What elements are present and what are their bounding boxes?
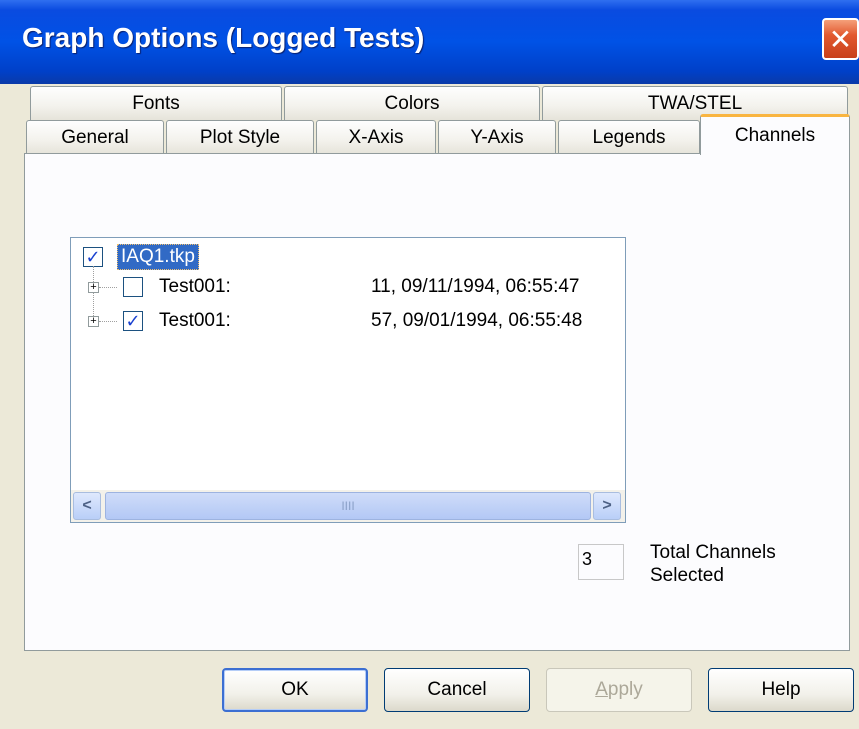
grip-icon: IIII	[341, 499, 355, 513]
tab-y-axis[interactable]: Y-Axis	[438, 120, 556, 154]
apply-button[interactable]: Apply	[546, 668, 692, 712]
tab-label: Y-Axis	[470, 126, 524, 148]
scroll-left-button[interactable]: <	[73, 492, 101, 520]
tree-item-row[interactable]: + ✓ Test001: 57, 09/01/1994, 06:55:48	[71, 306, 627, 336]
title-bar[interactable]: Graph Options (Logged Tests) ✕	[0, 0, 859, 84]
tab-label: TWA/STEL	[647, 92, 743, 114]
expand-plus-icon[interactable]: +	[88, 316, 99, 327]
tab-label: X-Axis	[348, 126, 404, 148]
tree-item-info: 57, 09/01/1994, 06:55:48	[371, 310, 583, 331]
tab-label: Channels	[734, 125, 816, 146]
apply-label-rest: pply	[607, 679, 643, 700]
apply-label: Apply	[595, 679, 643, 701]
apply-mnemonic: A	[595, 679, 608, 700]
tab-channels[interactable]: Channels	[700, 114, 850, 155]
ok-label: OK	[281, 679, 309, 700]
tree-item-row[interactable]: + Test001: 11, 09/11/1994, 06:55:47	[71, 272, 627, 302]
tab-label: General	[61, 126, 129, 148]
scroll-thumb[interactable]: IIII	[105, 492, 591, 520]
horizontal-scrollbar[interactable]: < IIII >	[71, 490, 625, 522]
channel-tree[interactable]: ✓ IAQ1.tkp + Test001: 11, 09/11/1994, 06…	[70, 237, 626, 523]
dialog-window: Graph Options (Logged Tests) ✕ Fonts Col…	[0, 0, 859, 729]
tree-item-name: Test001:	[159, 310, 231, 331]
tab-label: Legends	[592, 126, 666, 148]
tab-fonts[interactable]: Fonts	[30, 86, 282, 120]
tab-label: Colors	[384, 92, 440, 114]
ok-button[interactable]: OK	[222, 668, 368, 712]
window-title: Graph Options (Logged Tests)	[22, 22, 425, 53]
close-icon: ✕	[828, 23, 853, 55]
scroll-right-button[interactable]: >	[593, 492, 621, 520]
total-channels-value: 3	[582, 549, 593, 569]
help-button[interactable]: Help	[708, 668, 854, 712]
tab-legends[interactable]: Legends	[558, 120, 700, 154]
cancel-label: Cancel	[427, 679, 487, 700]
item-checkbox[interactable]: ✓	[123, 311, 143, 331]
tab-plot-style[interactable]: Plot Style	[166, 120, 314, 154]
chevron-right-icon: >	[602, 497, 612, 514]
help-label: Help	[761, 679, 801, 700]
item-checkbox[interactable]	[123, 277, 143, 297]
tree-root-label[interactable]: IAQ1.tkp	[117, 244, 199, 270]
tab-colors[interactable]: Colors	[284, 86, 540, 120]
tree-root-row[interactable]: ✓ IAQ1.tkp	[71, 242, 627, 272]
label-line: Total Channels	[650, 542, 776, 563]
tree-item-name: Test001:	[159, 276, 231, 297]
total-channels-label: Total Channels Selected	[650, 541, 820, 587]
tab-general[interactable]: General	[26, 120, 164, 154]
tab-x-axis[interactable]: X-Axis	[316, 120, 436, 154]
label-line: Selected	[650, 565, 724, 586]
total-channels-field: 3	[578, 544, 624, 580]
cancel-button[interactable]: Cancel	[384, 668, 530, 712]
tree-item-info: 11, 09/11/1994, 06:55:47	[371, 276, 580, 297]
chevron-left-icon: <	[82, 497, 92, 514]
tab-label: Plot Style	[199, 126, 281, 148]
root-checkbox[interactable]: ✓	[83, 247, 103, 267]
tab-label: Fonts	[132, 92, 180, 114]
expand-plus-icon[interactable]: +	[88, 282, 99, 293]
close-button[interactable]: ✕	[822, 18, 859, 60]
